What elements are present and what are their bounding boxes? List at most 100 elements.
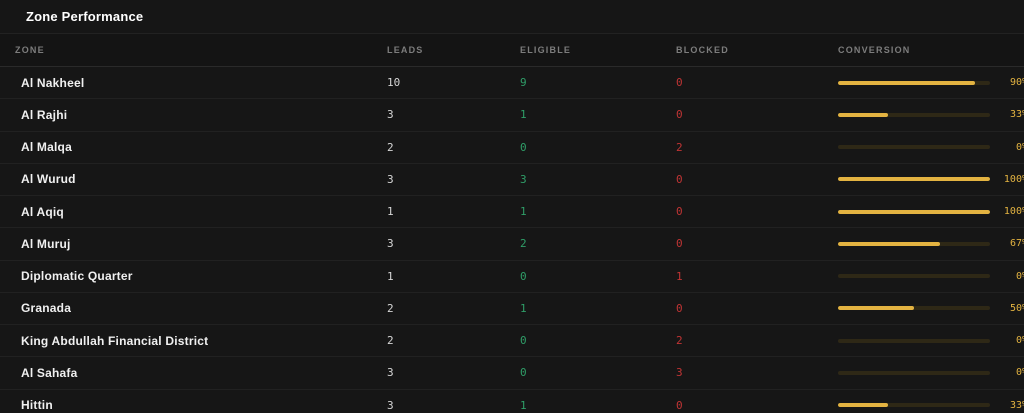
conversion-cell: 0%: [838, 142, 1024, 153]
conversion-bar-fill: [838, 112, 889, 117]
zone-name: King Abdullah Financial District: [21, 333, 209, 348]
zone-performance-card: Zone Performance ZONE LEADS ELIGIBLE BLO…: [0, 0, 1024, 413]
leads-value: 2: [387, 334, 394, 348]
conversion-percent-label: 0%: [1015, 270, 1024, 282]
eligible-value: 9: [520, 76, 527, 90]
blocked-value: 1: [676, 269, 683, 283]
conversion-percent-label: 100%: [1003, 173, 1024, 185]
conversion-cell: 50%: [838, 303, 1024, 314]
conversion-bar-fill: [838, 209, 990, 214]
eligible-value: 0: [520, 366, 527, 380]
eligible-value: 1: [520, 301, 527, 315]
conversion-bar-track: [838, 306, 990, 311]
blocked-value: 3: [676, 366, 683, 380]
blocked-value: 0: [676, 301, 683, 315]
conversion-cell: 0%: [838, 271, 1024, 282]
conversion-percent-label: 0%: [1015, 141, 1024, 153]
conversion-percent-label: 33%: [1009, 109, 1024, 121]
leads-value: 2: [387, 301, 394, 315]
table-row: Al Malqa 2 0 2 0%: [0, 131, 1024, 164]
zone-name: Al Malqa: [21, 140, 72, 155]
table-row: Diplomatic Quarter 1 0 1 0%: [0, 260, 1024, 293]
table-row: Al Sahafa 3 0 3 0%: [0, 357, 1024, 390]
conversion-bar-fill: [838, 306, 914, 311]
table-row: Granada 2 1 0 50%: [0, 292, 1024, 325]
conversion-percent-label: 67%: [1009, 238, 1024, 250]
eligible-value: 0: [520, 269, 527, 283]
conversion-bar-track: [838, 274, 990, 279]
zone-name: Al Nakheel: [21, 75, 85, 90]
eligible-value: 1: [520, 398, 527, 412]
conversion-percent-label: 0%: [1015, 335, 1024, 347]
blocked-value: 0: [676, 398, 683, 412]
conversion-bar-track: [838, 370, 990, 375]
blocked-value: 2: [676, 140, 683, 154]
column-header-leads: LEADS: [387, 45, 424, 55]
conversion-bar-fill: [838, 403, 889, 408]
zone-name: Al Aqiq: [21, 204, 64, 219]
conversion-cell: 90%: [838, 77, 1024, 88]
column-header-eligible: ELIGIBLE: [520, 45, 572, 55]
conversion-percent-label: 0%: [1015, 367, 1024, 379]
conversion-percent-label: 33%: [1009, 399, 1024, 411]
column-header-conversion: CONVERSION: [838, 45, 911, 55]
eligible-value: 3: [520, 172, 527, 186]
conversion-cell: 33%: [838, 109, 1024, 120]
conversion-bar-track: [838, 209, 990, 214]
leads-value: 3: [387, 108, 394, 122]
conversion-bar-track: [838, 241, 990, 246]
leads-value: 3: [387, 237, 394, 251]
eligible-value: 1: [520, 205, 527, 219]
eligible-value: 2: [520, 237, 527, 251]
eligible-value: 0: [520, 334, 527, 348]
zone-name: Granada: [21, 301, 72, 316]
leads-value: 3: [387, 398, 394, 412]
conversion-bar-fill: [838, 177, 990, 182]
column-header-zone: ZONE: [15, 45, 45, 55]
eligible-value: 1: [520, 108, 527, 122]
leads-value: 3: [387, 366, 394, 380]
blocked-value: 2: [676, 334, 683, 348]
conversion-percent-label: 50%: [1009, 302, 1024, 314]
eligible-value: 0: [520, 140, 527, 154]
conversion-cell: 0%: [838, 367, 1024, 378]
zone-name: Diplomatic Quarter: [21, 269, 133, 284]
table-header-row: ZONE LEADS ELIGIBLE BLOCKED CONVERSION: [0, 34, 1024, 67]
table-row: Al Wurud 3 3 0 100%: [0, 163, 1024, 196]
conversion-bar-track: [838, 112, 990, 117]
zone-name: Hittin: [21, 398, 53, 413]
blocked-value: 0: [676, 237, 683, 251]
leads-value: 1: [387, 205, 394, 219]
column-header-blocked: BLOCKED: [676, 45, 729, 55]
conversion-cell: 33%: [838, 400, 1024, 411]
table-row: Hittin 3 1 0 33%: [0, 389, 1024, 413]
blocked-value: 0: [676, 172, 683, 186]
table-row: Al Nakheel 10 9 0 90%: [0, 67, 1024, 100]
conversion-bar-track: [838, 145, 990, 150]
zone-name: Al Muruj: [21, 236, 71, 251]
conversion-bar-fill: [838, 80, 975, 85]
conversion-bar-fill: [838, 241, 940, 246]
conversion-cell: 100%: [838, 174, 1024, 185]
blocked-value: 0: [676, 205, 683, 219]
leads-value: 2: [387, 140, 394, 154]
blocked-value: 0: [676, 76, 683, 90]
leads-value: 3: [387, 172, 394, 186]
conversion-percent-label: 100%: [1003, 206, 1024, 218]
conversion-cell: 67%: [838, 238, 1024, 249]
conversion-bar-track: [838, 80, 990, 85]
blocked-value: 0: [676, 108, 683, 122]
conversion-cell: 100%: [838, 206, 1024, 217]
conversion-bar-track: [838, 403, 990, 408]
conversion-bar-track: [838, 338, 990, 343]
conversion-bar-track: [838, 177, 990, 182]
table-row: Al Muruj 3 2 0 67%: [0, 228, 1024, 261]
conversion-percent-label: 90%: [1009, 77, 1024, 89]
leads-value: 10: [387, 76, 401, 90]
table-body: Al Nakheel 10 9 0 90% Al Rajhi 3 1 0 33%…: [0, 67, 1024, 413]
conversion-cell: 0%: [838, 335, 1024, 346]
card-title: Zone Performance: [0, 0, 1024, 34]
zone-name: Al Sahafa: [21, 365, 78, 380]
table-row: Al Rajhi 3 1 0 33%: [0, 99, 1024, 132]
table-row: Al Aqiq 1 1 0 100%: [0, 196, 1024, 229]
